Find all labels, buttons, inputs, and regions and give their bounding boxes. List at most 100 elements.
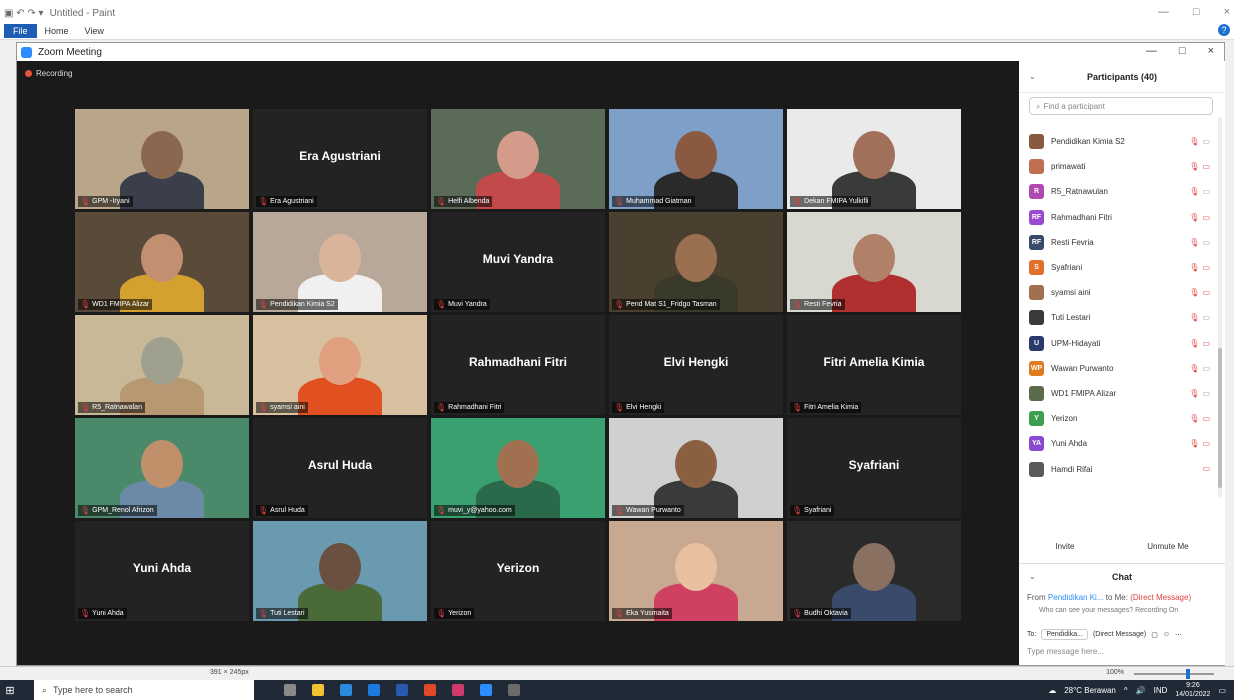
minimize-button[interactable]: —	[1158, 6, 1169, 18]
video-tile[interactable]: 🎙 Resti Fevria	[787, 212, 961, 312]
app-icon[interactable]	[452, 684, 464, 696]
muted-mic-icon: 🎙	[436, 300, 447, 309]
participant-row[interactable]: S Syafriani 🎙▭	[1029, 255, 1219, 280]
paint-title: ▣ ↶ ↷ ▾ Untitled - Paint	[4, 8, 115, 19]
tray-overflow-icon[interactable]: ^	[1124, 686, 1128, 695]
video-tile[interactable]: 🎙 syamsi aini	[253, 315, 427, 415]
video-tile[interactable]: 🎙 GPM -Iryani	[75, 109, 249, 209]
video-tile[interactable]: Rahmadhani Fitri 🎙 Rahmadhani Fitri	[431, 315, 605, 415]
video-tile[interactable]: 🎙 Dekan FMIPA Yulkifli	[787, 109, 961, 209]
tab-view[interactable]: View	[77, 24, 112, 38]
store-icon[interactable]	[396, 684, 408, 696]
video-tile[interactable]: 🎙 WD1 FMIPA Alizar	[75, 212, 249, 312]
participant-row[interactable]: Pendidikan Kimia S2 🎙▭	[1029, 129, 1219, 154]
participant-row[interactable]: R R5_Ratnawulan 🎙▭	[1029, 179, 1219, 204]
chat-to-label: To:	[1027, 631, 1037, 638]
video-tile[interactable]: 🎙 Pendidikan Kimia S2	[253, 212, 427, 312]
edge-icon[interactable]	[340, 684, 352, 696]
muted-mic-icon: 🎙	[80, 197, 91, 206]
participant-row[interactable]: RF Resti Fevria 🎙▭	[1029, 230, 1219, 255]
participant-row[interactable]: Y Yerizon 🎙▭	[1029, 406, 1219, 431]
participant-row[interactable]: U UPM-Hidayati 🎙▭	[1029, 331, 1219, 356]
video-tile[interactable]: 🎙 Eka Yusmaita	[609, 521, 783, 621]
help-icon[interactable]: ?	[1218, 24, 1230, 36]
tile-display-name: Syafriani	[848, 458, 900, 472]
video-tile[interactable]: Yuni Ahda 🎙 Yuni Ahda	[75, 521, 249, 621]
tile-name-label: 🎙 WD1 FMIPA Alizar	[78, 299, 153, 310]
task-view-icon[interactable]	[284, 684, 296, 696]
zoom-slider[interactable]	[1134, 673, 1214, 675]
weather-icon[interactable]: ☁	[1048, 686, 1056, 695]
video-tile[interactable]: 🎙 muvi_y@yahoo.com	[431, 418, 605, 518]
invite-button[interactable]: Invite	[1047, 539, 1082, 554]
zoom-minimize-button[interactable]: —	[1146, 45, 1157, 57]
muted-mic-icon: 🎙	[614, 403, 625, 412]
language-indicator[interactable]: IND	[1154, 686, 1168, 695]
video-tile[interactable]: Elvi Hengki 🎙 Elvi Hengki	[609, 315, 783, 415]
mail-icon[interactable]	[368, 684, 380, 696]
participant-row[interactable]: RF Rahmadhani Fitri 🎙▭	[1029, 205, 1219, 230]
maximize-button[interactable]: □	[1193, 6, 1200, 18]
unmute-me-button[interactable]: Unmute Me	[1139, 539, 1196, 554]
participant-search-input[interactable]: ⌕ Find a participant	[1029, 97, 1213, 115]
video-tile[interactable]: 🎙 GPM_Renol Afrizon	[75, 418, 249, 518]
zoom-close-button[interactable]: ×	[1208, 45, 1214, 57]
chat-recipient-direct: (Direct Message)	[1092, 631, 1147, 638]
chat-recipient-select[interactable]: Pendidika...	[1041, 629, 1088, 640]
collapse-chevron-icon[interactable]: ⌄	[1029, 72, 1036, 81]
weather-text[interactable]: 28°C Berawan	[1064, 686, 1116, 695]
video-tile[interactable]: 🎙 Helfi Albenda	[431, 109, 605, 209]
video-tile[interactable]: Asrul Huda 🎙 Asrul Huda	[253, 418, 427, 518]
video-tile[interactable]: Muvi Yandra 🎙 Muvi Yandra	[431, 212, 605, 312]
taskbar-apps	[284, 684, 520, 696]
chat-from-name[interactable]: Pendidikan Ki...	[1048, 593, 1104, 602]
participant-row[interactable]: syamsi aini 🎙▭	[1029, 280, 1219, 305]
video-tile[interactable]: 🎙 Budhi Oktavia	[787, 521, 961, 621]
chat-collapse-chevron-icon[interactable]: ⌄	[1029, 572, 1036, 581]
clock[interactable]: 9:26 14/01/2022	[1175, 681, 1210, 699]
participant-row[interactable]: WP Wawan Purwanto 🎙▭	[1029, 356, 1219, 381]
video-tile[interactable]: Yerizon 🎙 Yerizon	[431, 521, 605, 621]
video-tile[interactable]: 🎙 R5_Ratnawalan	[75, 315, 249, 415]
participant-row[interactable]: WD1 FMIPA Alizar 🎙▭	[1029, 381, 1219, 406]
participant-list: Pendidikan Kimia S2 🎙▭ primawati 🎙▭ R R5_Ratn…	[1029, 129, 1219, 482]
chat-visibility-note[interactable]: Who can see your messages? Recording On	[1039, 607, 1178, 614]
participant-row[interactable]: YA Yuni Ahda 🎙▭	[1029, 431, 1219, 456]
start-windows-icon[interactable]: ⊞	[0, 684, 20, 697]
emoji-icon[interactable]: ☺	[1163, 631, 1170, 638]
more-icon[interactable]: ⋯	[1175, 631, 1182, 639]
close-button[interactable]: ×	[1224, 6, 1230, 18]
video-tile[interactable]: 🎙 Tuti Lestari	[253, 521, 427, 621]
zoom-taskbar-icon[interactable]	[480, 684, 492, 696]
taskbar-search-input[interactable]: ⌕ Type here to search	[34, 680, 254, 700]
paint-quick-access-icon[interactable]: ▣ ↶ ↷ ▾	[4, 8, 44, 19]
video-tile[interactable]: 🎙 Wawan Purwanto	[609, 418, 783, 518]
tab-home[interactable]: Home	[37, 24, 77, 38]
video-tile[interactable]: 🎙 Muhammad Giatman	[609, 109, 783, 209]
video-feed	[787, 109, 961, 209]
video-tile[interactable]: Era Agustriani 🎙 Era Agustriani	[253, 109, 427, 209]
zoom-maximize-button[interactable]: □	[1179, 45, 1186, 57]
video-tile[interactable]: Syafriani 🎙 Syafriani	[787, 418, 961, 518]
participant-name: GPM -Iryani	[92, 198, 130, 205]
zoom-slider-knob[interactable]	[1186, 669, 1190, 679]
participant-row[interactable]: Hamdi Rifai ▭	[1029, 456, 1219, 481]
participant-scrollbar-thumb[interactable]	[1218, 348, 1222, 488]
volume-icon[interactable]: 🔊	[1136, 686, 1146, 695]
participant-row[interactable]: primawati 🎙▭	[1029, 154, 1219, 179]
tab-file[interactable]: File	[4, 24, 37, 38]
system-tray: ☁ 28°C Berawan ^ 🔊 IND 9:26 14/01/2022 ▭	[1048, 680, 1226, 700]
participant-name: Budhi Oktavia	[804, 610, 848, 617]
recording-indicator[interactable]: Recording	[25, 69, 72, 78]
video-tile[interactable]: Fitri Amelia Kimia 🎙 Fitri Amelia Kimia	[787, 315, 961, 415]
chat-input[interactable]: Type message here...	[1027, 647, 1104, 656]
chrome-icon[interactable]	[424, 684, 436, 696]
file-icon[interactable]: ▢	[1151, 631, 1158, 639]
tile-display-name: Rahmadhani Fitri	[468, 355, 567, 369]
participant-row[interactable]: Tuti Lestari 🎙▭	[1029, 305, 1219, 330]
notification-icon[interactable]: ▭	[1218, 686, 1226, 695]
avatar	[1029, 134, 1044, 150]
video-tile[interactable]: 🎙 Pend Mat S1_Fridgo Tasman	[609, 212, 783, 312]
paint-taskbar-icon[interactable]	[508, 684, 520, 696]
file-explorer-icon[interactable]	[312, 684, 324, 696]
